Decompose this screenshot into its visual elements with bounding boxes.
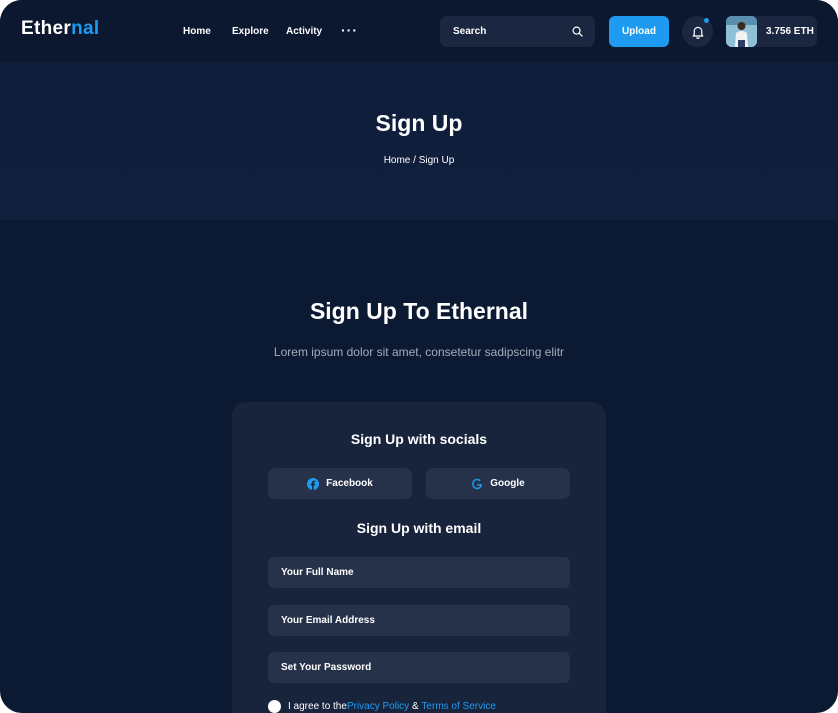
password-field[interactable] xyxy=(268,652,570,683)
upload-button[interactable]: Upload xyxy=(609,16,669,47)
signup-title: Sign Up To Ethernal xyxy=(309,298,529,324)
search-icon[interactable] xyxy=(572,26,583,37)
hero-banner xyxy=(0,62,838,220)
google-label: Google xyxy=(490,478,525,489)
full-name-field[interactable] xyxy=(268,557,570,588)
agree-and: & xyxy=(409,701,422,712)
breadcrumb: Home / Sign Up xyxy=(0,155,838,166)
email-field[interactable] xyxy=(268,605,570,636)
wallet-balance: 3.756 ETH xyxy=(766,26,814,37)
nav-explore[interactable]: Explore xyxy=(232,26,269,37)
page-title: Sign Up xyxy=(375,110,463,136)
search-box xyxy=(440,16,595,47)
google-icon xyxy=(472,478,483,489)
bell-icon xyxy=(692,26,703,39)
google-button[interactable]: Google xyxy=(426,468,570,499)
socials-heading: Sign Up with socials xyxy=(350,431,488,447)
page: Ethernal Home Explore Activity ··· Uploa… xyxy=(0,0,838,713)
breadcrumb-home[interactable]: Home xyxy=(384,155,411,166)
facebook-button[interactable]: Facebook xyxy=(268,468,412,499)
privacy-policy-link[interactable]: Privacy Policy xyxy=(347,701,409,712)
terms-agreement: I agree to the Privacy Policy & Terms of… xyxy=(268,700,496,713)
wallet-button[interactable]: 3.756 ETH xyxy=(726,16,817,47)
terms-link[interactable]: Terms of Service xyxy=(421,701,495,712)
agree-prefix: I agree to the xyxy=(288,701,347,712)
breadcrumb-separator: / xyxy=(410,155,419,166)
facebook-icon xyxy=(307,477,320,490)
avatar xyxy=(726,16,757,47)
agree-checkbox[interactable] xyxy=(268,700,281,713)
search-input[interactable] xyxy=(440,16,570,47)
nav-more-menu[interactable]: ··· xyxy=(341,22,358,38)
signup-card: Sign Up with socials Facebook Google Sig… xyxy=(232,402,606,713)
facebook-label: Facebook xyxy=(326,478,373,489)
breadcrumb-current: Sign Up xyxy=(418,155,455,166)
signup-subtitle: Lorem ipsum dolor sit amet, consetetur s… xyxy=(273,345,565,359)
notification-dot xyxy=(704,18,709,23)
email-heading: Sign Up with email xyxy=(356,520,482,536)
nav-activity[interactable]: Activity xyxy=(286,26,322,37)
nav-home[interactable]: Home xyxy=(183,26,211,37)
top-header: Ethernal Home Explore Activity ··· Uploa… xyxy=(0,0,838,62)
notifications-button[interactable] xyxy=(682,16,713,47)
logo[interactable]: Ethernal xyxy=(21,18,99,40)
